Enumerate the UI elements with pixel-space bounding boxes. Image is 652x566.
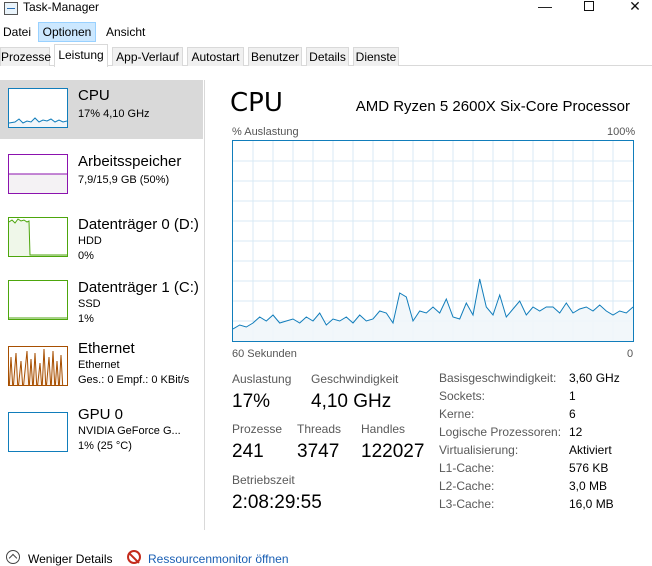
- minimize-button[interactable]: —: [522, 0, 568, 16]
- gpu-thumbnail: [8, 412, 68, 452]
- sidebar-item-disk0[interactable]: Datenträger 0 (D:) HDD 0%: [0, 209, 203, 268]
- page-title: CPU: [230, 88, 283, 118]
- processes-label: Prozesse: [232, 422, 283, 436]
- speed-label: Geschwindigkeit: [311, 372, 399, 386]
- disk1-thumbnail: [8, 280, 68, 320]
- sidebar-gpu-title: GPU 0: [78, 406, 124, 423]
- footer-bar: Weniger Details Ressourcenmonitor öffnen: [0, 546, 652, 566]
- sidebar-gpu-usage: 1% (25 °C): [78, 440, 132, 452]
- base-speed-label: Basisgeschwindigkeit:: [439, 371, 557, 385]
- maximize-button[interactable]: [566, 0, 612, 16]
- sidebar-memory-title: Arbeitsspeicher: [78, 153, 182, 170]
- sidebar-disk0-title: Datenträger 0 (D:): [78, 216, 199, 233]
- tab-bar: Prozesse Leistung App-Verlauf Autostart …: [0, 44, 652, 67]
- uptime-value: 2:08:29:55: [232, 492, 322, 513]
- l1-cache-label: L1-Cache:: [439, 461, 495, 475]
- sidebar-cpu-usage: 17% 4,10 GHz: [78, 108, 150, 120]
- graph-label-utilization: % Auslastung: [232, 126, 299, 138]
- graph-time-end-label: 0: [627, 348, 634, 360]
- task-manager-icon: [4, 2, 18, 15]
- virtualization-label: Virtualisierung:: [439, 443, 519, 457]
- handles-value: 122027: [361, 441, 425, 462]
- handles-label: Handles: [361, 422, 406, 436]
- sidebar-ethernet-adapter: Ethernet: [78, 359, 120, 371]
- l3-cache-label: L3-Cache:: [439, 497, 495, 511]
- cores-label: Kerne:: [439, 407, 475, 421]
- tab-autostart[interactable]: Autostart: [187, 47, 244, 66]
- processor-name: AMD Ryzen 5 2600X Six-Core Processor: [355, 98, 630, 115]
- menu-ansicht[interactable]: Ansicht: [105, 22, 146, 42]
- logical-processors-label: Logische Prozessoren:: [439, 425, 562, 439]
- sidebar-disk1-type: SSD: [78, 298, 101, 310]
- close-button[interactable]: ✕: [612, 0, 652, 16]
- resource-sidebar: CPU 17% 4,10 GHz Arbeitsspeicher 7,9/15,…: [0, 80, 205, 530]
- l2-cache-label: L2-Cache:: [439, 479, 495, 493]
- sidebar-item-cpu[interactable]: CPU 17% 4,10 GHz: [0, 80, 203, 139]
- l2-cache-value: 3,0 MB: [569, 479, 608, 493]
- menu-datei[interactable]: Datei: [2, 22, 32, 42]
- disk0-thumbnail: [8, 217, 68, 257]
- ethernet-thumbnail: [8, 346, 68, 386]
- l3-cache-value: 16,0 MB: [569, 497, 614, 511]
- sidebar-item-ethernet[interactable]: Ethernet Ethernet Ges.: 0 Empf.: 0 KBit/…: [0, 338, 203, 397]
- graph-label-max: 100%: [607, 126, 636, 138]
- tab-benutzer[interactable]: Benutzer: [248, 47, 302, 66]
- chevron-up-icon[interactable]: [6, 550, 20, 564]
- sidebar-memory-usage: 7,9/15,9 GB (50%): [78, 174, 170, 186]
- maximize-icon: [584, 1, 594, 11]
- logical-processors-value: 12: [569, 425, 583, 439]
- cpu-utilization-graph: [232, 140, 634, 342]
- fewer-details-link[interactable]: Weniger Details: [28, 552, 112, 566]
- open-resource-monitor-link[interactable]: Ressourcenmonitor öffnen: [148, 552, 289, 566]
- tab-details[interactable]: Details: [306, 47, 349, 66]
- cores-value: 6: [569, 407, 576, 421]
- menu-bar: Datei Optionen Ansicht: [0, 22, 652, 42]
- virtualization-value: Aktiviert: [569, 443, 612, 457]
- threads-value: 3747: [297, 441, 340, 462]
- cpu-graph-svg: [232, 141, 634, 341]
- base-speed-value: 3,60 GHz: [569, 371, 620, 385]
- sidebar-item-disk1[interactable]: Datenträger 1 (C:) SSD 1%: [0, 272, 203, 331]
- sidebar-item-gpu[interactable]: GPU 0 NVIDIA GeForce G... 1% (25 °C): [0, 404, 203, 463]
- sidebar-disk0-type: HDD: [78, 235, 102, 247]
- threads-label: Threads: [297, 422, 342, 436]
- uptime-label: Betriebszeit: [232, 473, 295, 487]
- l1-cache-value: 576 KB: [569, 461, 609, 475]
- sidebar-item-memory[interactable]: Arbeitsspeicher 7,9/15,9 GB (50%): [0, 146, 203, 205]
- resource-monitor-icon[interactable]: [127, 550, 141, 564]
- sidebar-disk1-title: Datenträger 1 (C:): [78, 279, 199, 296]
- tab-app-verlauf[interactable]: App-Verlauf: [112, 47, 183, 66]
- sockets-label: Sockets:: [439, 389, 486, 403]
- graph-time-label: 60 Sekunden: [232, 348, 297, 360]
- sidebar-gpu-model: NVIDIA GeForce G...: [78, 425, 181, 437]
- utilization-value: 17%: [232, 391, 271, 412]
- sockets-value: 1: [569, 389, 576, 403]
- cpu-thumbnail: [8, 88, 68, 128]
- speed-value: 4,10 GHz: [311, 391, 392, 412]
- utilization-label: Auslastung: [232, 372, 292, 386]
- tab-dienste[interactable]: Dienste: [353, 47, 399, 66]
- title-bar: Task-Manager — ✕: [0, 0, 652, 22]
- sidebar-cpu-title: CPU: [78, 87, 110, 104]
- sidebar-ethernet-title: Ethernet: [78, 340, 135, 357]
- sidebar-disk1-usage: 1%: [78, 313, 94, 325]
- sidebar-ethernet-throughput: Ges.: 0 Empf.: 0 KBit/s: [78, 374, 190, 386]
- tab-leistung[interactable]: Leistung: [54, 44, 108, 67]
- memory-thumbnail: [8, 154, 68, 194]
- tab-prozesse[interactable]: Prozesse: [0, 47, 51, 66]
- window-title: Task-Manager: [23, 0, 100, 14]
- processes-value: 241: [232, 441, 264, 462]
- sidebar-disk0-usage: 0%: [78, 250, 94, 262]
- menu-optionen[interactable]: Optionen: [38, 22, 96, 42]
